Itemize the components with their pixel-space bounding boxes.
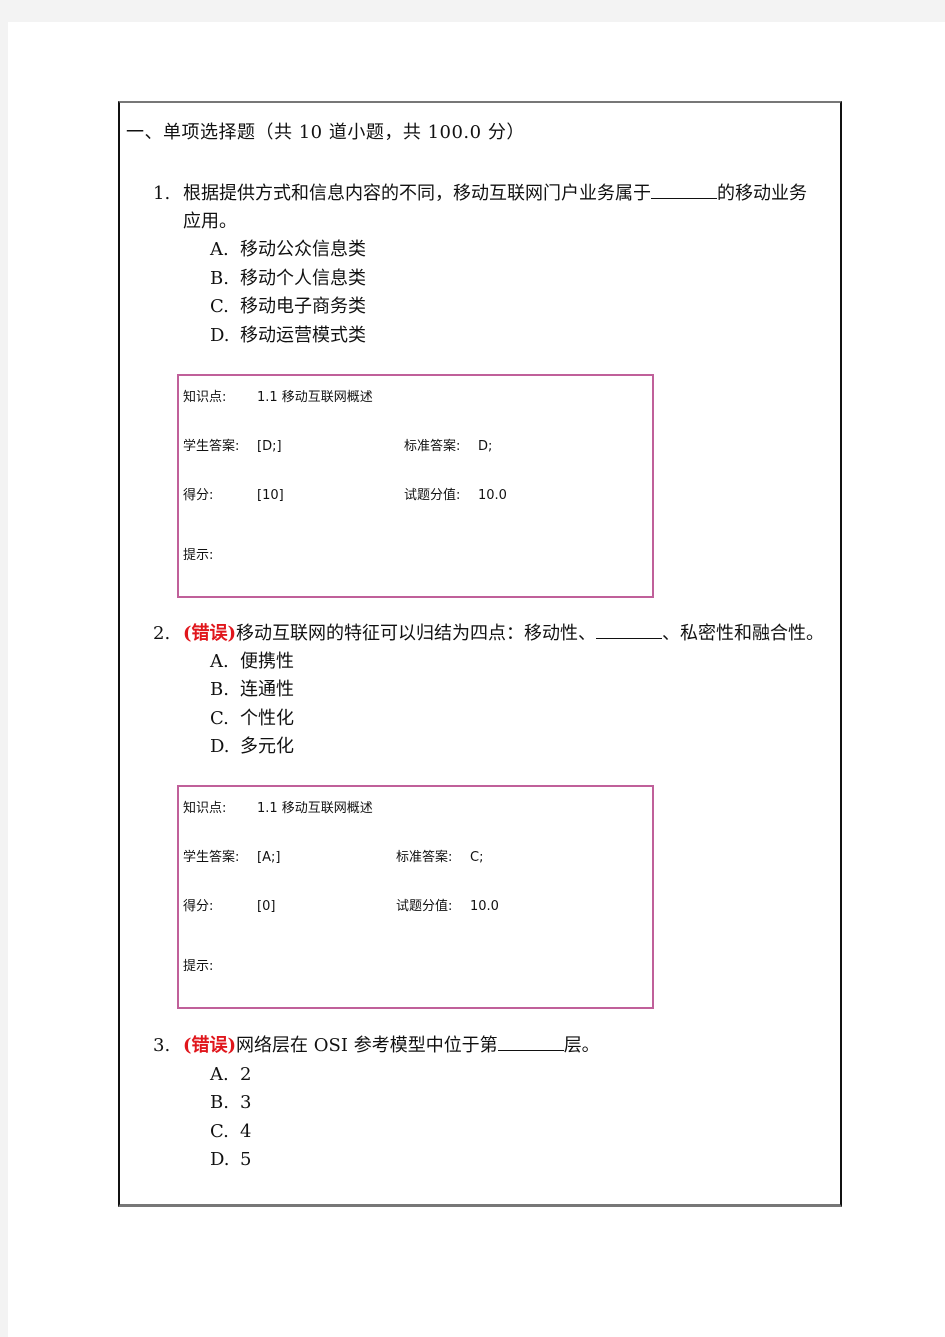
- option-text: 连通性: [240, 679, 294, 700]
- question-text-after: 、私密性和融合性。: [662, 623, 825, 644]
- option-text: 2: [240, 1064, 252, 1085]
- score-value: [10]: [257, 488, 284, 503]
- answer-blank: [651, 180, 717, 199]
- answer-info-box-1: 知识点: 1.1 移动互联网概述 学生答案: [D;] 标准答案: D; 得分: [10…: [177, 374, 654, 598]
- option-b: B. 连通性: [210, 676, 294, 704]
- student-answer-value: [D;]: [257, 439, 282, 454]
- option-d: D. 移动运营模式类: [210, 322, 366, 350]
- answer-blank: [596, 620, 663, 639]
- standard-answer-value: D;: [478, 439, 493, 454]
- student-answer-label: 学生答案:: [183, 439, 240, 454]
- standard-answer-value: C;: [470, 850, 484, 865]
- option-letter: A.: [210, 651, 229, 672]
- question-text-before: 移动互联网的特征可以归结为四点：移动性、: [236, 623, 597, 644]
- question-value-value: 10.0: [478, 488, 507, 503]
- option-b: B. 3: [210, 1089, 251, 1117]
- option-text: 5: [240, 1149, 252, 1170]
- option-text: 3: [240, 1092, 252, 1113]
- score-value: [0]: [257, 899, 276, 914]
- question-value-label: 试题分值:: [396, 899, 453, 914]
- option-c: C. 个性化: [210, 705, 294, 733]
- knowledge-value: 1.1 移动互联网概述: [257, 390, 373, 405]
- option-b: B. 移动个人信息类: [210, 265, 366, 293]
- question-3-text: 3. (错误)网络层在 OSI 参考模型中位于第 层。: [153, 1032, 600, 1060]
- question-2-text: 2. (错误)移动互联网的特征可以归结为四点：移动性、 、私密性和融合性。: [153, 620, 824, 648]
- option-text: 多元化: [240, 736, 294, 757]
- question-text-before: 根据提供方式和信息内容的不同，移动互联网门户业务属于: [183, 183, 651, 204]
- answer-info-box-2: 知识点: 1.1 移动互联网概述 学生答案: [A;] 标准答案: C; 得分: [0]…: [177, 785, 654, 1009]
- question-text-after: 的移动业务: [717, 183, 807, 204]
- option-a: A. 移动公众信息类: [210, 236, 366, 264]
- option-letter: B.: [210, 1092, 229, 1113]
- knowledge-label: 知识点:: [183, 801, 227, 816]
- option-c: C. 移动电子商务类: [210, 293, 366, 321]
- answer-blank: [497, 1032, 564, 1051]
- option-text: 4: [240, 1121, 252, 1142]
- question-number: 3.: [153, 1035, 171, 1056]
- score-label: 得分:: [183, 899, 214, 914]
- standard-answer-label: 标准答案:: [404, 439, 461, 454]
- option-c: C. 4: [210, 1118, 251, 1146]
- option-text: 个性化: [240, 708, 294, 729]
- question-number: 1.: [153, 183, 171, 204]
- option-a: A. 2: [210, 1061, 251, 1089]
- option-text: 移动运营模式类: [240, 325, 366, 346]
- option-text: 移动电子商务类: [240, 296, 366, 317]
- knowledge-label: 知识点:: [183, 390, 227, 405]
- hint-label: 提示:: [183, 548, 214, 563]
- standard-answer-label: 标准答案:: [396, 850, 453, 865]
- section-title: 一、单项选择题（共 10 道小题，共 100.0 分）: [126, 122, 525, 143]
- option-letter: B.: [210, 268, 229, 289]
- question-text-after: 层。: [563, 1035, 600, 1056]
- option-text: 移动个人信息类: [240, 268, 366, 289]
- option-d: D. 多元化: [210, 733, 294, 761]
- wrong-status-badge: (错误): [183, 1035, 237, 1056]
- option-letter: B.: [210, 679, 229, 700]
- option-text: 移动公众信息类: [240, 239, 366, 260]
- question-value-value: 10.0: [470, 899, 499, 914]
- score-label: 得分:: [183, 488, 214, 503]
- option-text: 便携性: [240, 651, 294, 672]
- option-letter: C.: [210, 708, 229, 729]
- option-d: D. 5: [210, 1146, 251, 1174]
- question-number: 2.: [153, 623, 171, 644]
- option-letter: C.: [210, 296, 229, 317]
- wrong-status-badge: (错误): [183, 623, 237, 644]
- question-1-text-continued: 应用。: [183, 211, 237, 232]
- hint-label: 提示:: [183, 959, 214, 974]
- option-a: A. 便携性: [210, 648, 294, 676]
- knowledge-value: 1.1 移动互联网概述: [257, 801, 373, 816]
- option-letter: A.: [210, 1064, 229, 1085]
- question-text-before: 网络层在 OSI 参考模型中位于第: [236, 1035, 498, 1056]
- question-1-text: 1. 根据提供方式和信息内容的不同，移动互联网门户业务属于 的移动业务: [153, 180, 807, 208]
- option-letter: D.: [210, 736, 230, 757]
- option-letter: A.: [210, 239, 229, 260]
- question-value-label: 试题分值:: [404, 488, 461, 503]
- student-answer-label: 学生答案:: [183, 850, 240, 865]
- option-letter: C.: [210, 1121, 229, 1142]
- option-letter: D.: [210, 325, 230, 346]
- student-answer-value: [A;]: [257, 850, 281, 865]
- option-letter: D.: [210, 1149, 230, 1170]
